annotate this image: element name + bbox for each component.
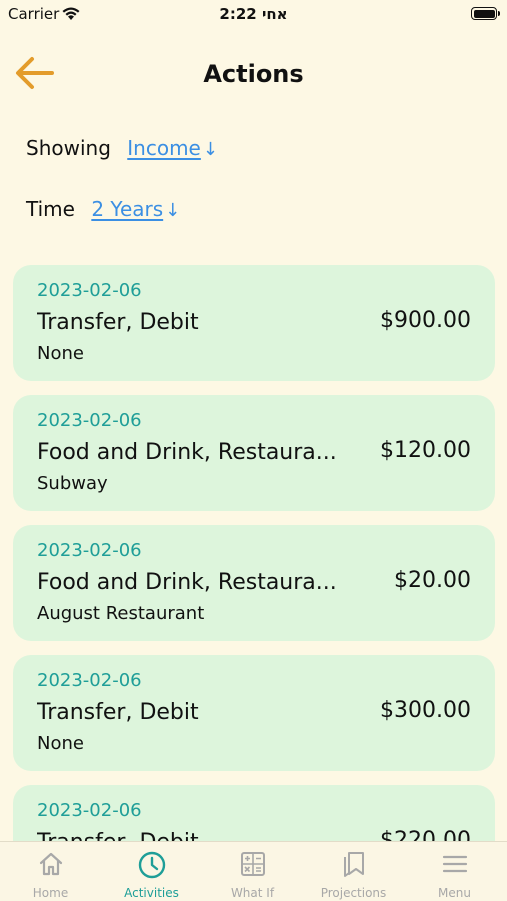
page-title: Actions: [203, 60, 304, 88]
bookmarks-icon: [343, 852, 364, 877]
transaction-category: Transfer, Debit: [37, 310, 199, 335]
showing-filter-row: Showing Income ↓: [26, 136, 218, 160]
transaction-date: 2023-02-06: [37, 800, 142, 821]
transaction-merchant: None: [37, 733, 84, 754]
time-dropdown[interactable]: 2 Years ↓: [91, 197, 180, 221]
home-icon: [39, 852, 62, 876]
calculator-icon: [240, 852, 265, 876]
transaction-card[interactable]: 2023-02-06 Food and Drink, Restaura... S…: [13, 395, 495, 511]
tab-menu[interactable]: Menu: [404, 842, 505, 901]
status-bar: Carrier אחי 2:22: [0, 0, 507, 30]
tab-activities-label: Activities: [124, 886, 179, 900]
tab-home-label: Home: [32, 886, 69, 900]
arrow-down-icon: ↓: [165, 200, 181, 221]
battery-icon: [471, 7, 500, 20]
arrow-down-icon: ↓: [202, 139, 218, 160]
tab-what-if[interactable]: What If: [202, 842, 303, 901]
tab-bar: Home Activities What If Projections Menu: [0, 841, 507, 901]
transaction-amount: $20.00: [394, 568, 471, 593]
transaction-card[interactable]: 2023-02-06 Transfer, Debit None $300.00: [13, 655, 495, 771]
time-value: 2 Years: [91, 197, 164, 221]
time-label: Time: [26, 197, 75, 221]
tab-activities[interactable]: Activities: [101, 842, 202, 901]
tab-projections-label: Projections: [320, 886, 387, 900]
tab-menu-label: Menu: [438, 886, 471, 900]
tab-home[interactable]: Home: [0, 842, 101, 901]
transaction-card[interactable]: 2023-02-06 Transfer, Debit $220.00: [13, 785, 495, 841]
transaction-card[interactable]: 2023-02-06 Food and Drink, Restaura... A…: [13, 525, 495, 641]
transaction-merchant: August Restaurant: [37, 603, 205, 624]
transaction-date: 2023-02-06: [37, 670, 142, 691]
transaction-date: 2023-02-06: [37, 540, 142, 561]
transaction-date: 2023-02-06: [37, 280, 142, 301]
showing-dropdown[interactable]: Income ↓: [127, 136, 218, 160]
transaction-date: 2023-02-06: [37, 410, 142, 431]
status-time: אחי 2:22: [219, 5, 288, 23]
transaction-amount: $120.00: [380, 438, 471, 463]
showing-value: Income: [127, 136, 201, 160]
showing-label: Showing: [26, 136, 111, 160]
transaction-merchant: None: [37, 343, 84, 364]
transaction-category: Transfer, Debit: [37, 830, 337, 841]
time-filter-row: Time 2 Years ↓: [26, 197, 180, 221]
transaction-category: Transfer, Debit: [37, 700, 199, 725]
transaction-card[interactable]: 2023-02-06 Transfer, Debit None $900.00: [13, 265, 495, 381]
transaction-amount: $900.00: [380, 308, 471, 333]
transaction-amount: $220.00: [380, 828, 471, 841]
transaction-category: Food and Drink, Restaura...: [37, 440, 337, 465]
transaction-list[interactable]: 2023-02-06 Transfer, Debit None $900.00 …: [13, 265, 495, 841]
transaction-amount: $300.00: [380, 698, 471, 723]
clock-icon: [138, 851, 165, 879]
transaction-merchant: Subway: [37, 473, 108, 494]
tab-what-if-label: What If: [230, 886, 275, 900]
menu-icon: [442, 855, 467, 873]
tab-projections[interactable]: Projections: [303, 842, 404, 901]
transaction-category: Food and Drink, Restaura...: [37, 570, 337, 595]
